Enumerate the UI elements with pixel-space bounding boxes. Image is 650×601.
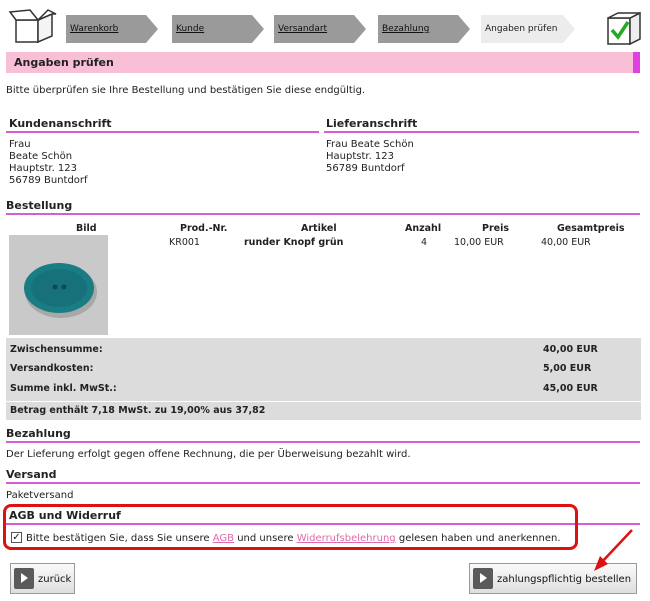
agb-text-mid: und unsere	[237, 533, 294, 544]
product-image	[9, 235, 108, 335]
arrow-right-icon	[14, 568, 34, 589]
page-title-bar: Angaben prüfen	[6, 52, 640, 73]
billing-line: Beate Schön	[9, 151, 73, 162]
billing-heading: Kundenanschrift	[9, 117, 112, 130]
page-title: Angaben prüfen	[14, 56, 114, 69]
widerruf-link[interactable]: Widerrufsbelehrung	[297, 533, 396, 544]
arrow-right-icon	[473, 568, 493, 589]
divider	[6, 482, 640, 484]
subtotal-value: 40,00 EUR	[543, 344, 598, 355]
step-label[interactable]: Kunde	[176, 24, 204, 34]
shipping-address-line: Hauptstr. 123	[326, 151, 395, 162]
column-header: Preis	[482, 223, 510, 234]
checkout-steps: Warenkorb Kunde Versandart Bezahlung Ang…	[0, 0, 650, 48]
step-label[interactable]: Bezahlung	[382, 24, 429, 34]
divider	[6, 213, 640, 215]
order-price: 10,00 EUR	[454, 237, 504, 248]
order-button-label[interactable]: zahlungspflichtig bestellen	[497, 574, 631, 585]
open-box-icon	[8, 9, 57, 44]
sum-value: 45,00 EUR	[543, 383, 598, 394]
column-header: Gesamtpreis	[557, 223, 625, 234]
shipping-address-heading: Lieferanschrift	[326, 117, 418, 130]
delivery-heading: Versand	[6, 468, 57, 481]
order-qty: 4	[421, 237, 428, 248]
billing-line: Frau	[9, 139, 31, 150]
back-button[interactable]: zurück	[10, 563, 75, 594]
shipping-cost-value: 5,00 EUR	[543, 363, 592, 374]
agb-confirm-text: Bitte bestätigen Sie, dass Sie unsere AG…	[26, 533, 561, 544]
agb-text-before: Bitte bestätigen Sie, dass Sie unsere	[26, 533, 210, 544]
step-angaben-pruefen: Angaben prüfen	[481, 15, 575, 43]
step-bezahlung[interactable]: Bezahlung	[378, 15, 470, 43]
agb-link[interactable]: AGB	[213, 533, 234, 544]
sum-label: Summe inkl. MwSt.:	[10, 383, 117, 394]
closed-box-check-icon	[607, 11, 641, 46]
shipping-address-line: Frau Beate Schön	[326, 139, 414, 150]
order-article: runder Knopf grün	[244, 237, 344, 248]
column-header: Anzahl	[405, 223, 442, 234]
step-label: Angaben prüfen	[485, 24, 558, 34]
shipping-cost-label: Versandkosten:	[10, 363, 94, 374]
column-header: Prod.-Nr.	[180, 223, 228, 234]
payment-text: Der Lieferung erfolgt gegen offene Rechn…	[6, 449, 411, 460]
intro-text: Bitte überprüfen sie Ihre Bestellung und…	[6, 85, 366, 96]
annotation-arrow-icon	[594, 529, 633, 571]
order-heading: Bestellung	[6, 199, 73, 212]
divider	[6, 441, 640, 443]
back-button-label[interactable]: zurück	[38, 574, 71, 585]
step-kunde[interactable]: Kunde	[172, 15, 264, 43]
subtotal-label: Zwischensumme:	[10, 344, 103, 355]
agb-text-after: gelesen haben und anerkennen.	[398, 533, 561, 544]
shipping-address-line: 56789 Buntdorf	[326, 163, 405, 174]
order-total: 40,00 EUR	[541, 237, 591, 248]
divider	[6, 131, 319, 133]
column-header: Bild	[76, 223, 97, 234]
step-label[interactable]: Warenkorb	[70, 24, 118, 34]
billing-line: 56789 Buntdorf	[9, 175, 88, 186]
tax-note: Betrag enthält 7,18 MwSt. zu 19,00% aus …	[10, 405, 266, 416]
delivery-text: Paketversand	[6, 490, 74, 501]
payment-heading: Bezahlung	[6, 427, 71, 440]
divider	[324, 131, 639, 133]
step-warenkorb[interactable]: Warenkorb	[66, 15, 158, 43]
step-versandart[interactable]: Versandart	[274, 15, 366, 43]
agb-checkbox[interactable]: ✓	[11, 532, 22, 543]
step-label[interactable]: Versandart	[278, 24, 327, 34]
column-header: Artikel	[301, 223, 337, 234]
billing-line: Hauptstr. 123	[9, 163, 78, 174]
order-prodnr: KR001	[169, 237, 200, 248]
